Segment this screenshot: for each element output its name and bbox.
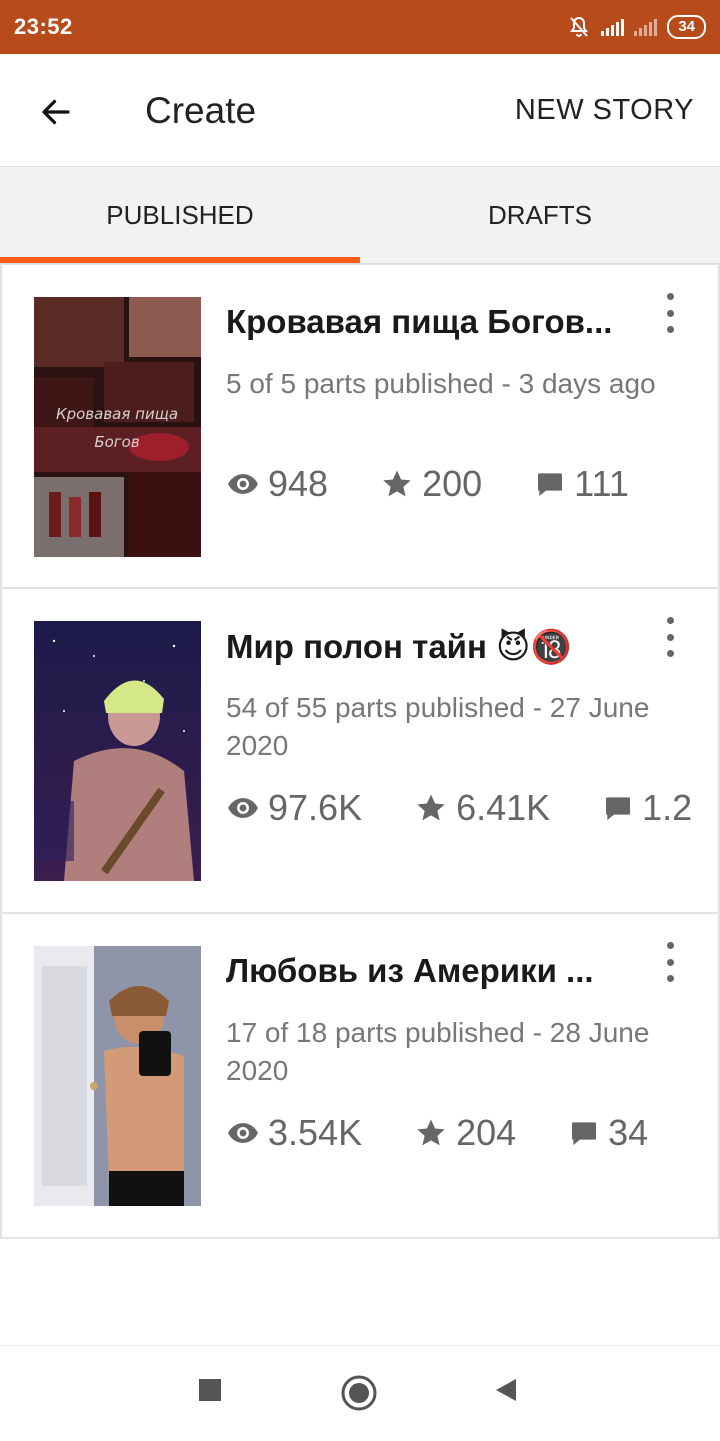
story-stats: 948 200 111 [226,463,681,505]
new-story-button[interactable]: NEW STORY [515,94,694,127]
votes-stat: 200 [380,463,482,505]
arrow-left-icon [42,99,70,125]
story-cover[interactable] [34,946,201,1206]
battery-icon: 34 [667,15,706,39]
reads-stat: 948 [226,463,328,505]
app-bar: Create NEW STORY [0,54,720,167]
story-parts-info: 5 of 5 parts published - 3 days ago [226,368,656,399]
comments-stat: 34 [568,1112,648,1154]
comments-stat: 1.2 [602,787,692,829]
tab-published[interactable]: PUBLISHED [0,167,360,263]
story-parts-info: 54 of 55 parts published - 27 June 2020 [226,692,650,761]
svg-text:Богов: Богов [94,433,140,451]
story-stats: 3.54K 204 34 [226,1112,700,1154]
story-item[interactable]: Кровавая пища Богов Кровавая пища Богов.… [0,264,720,589]
star-icon [383,470,411,497]
kebab-icon [666,293,674,300]
story-parts-info: 17 of 18 parts published - 28 June 2020 [226,1017,650,1086]
tab-drafts[interactable]: DRAFTS [360,167,720,263]
signal-icon [601,18,625,36]
story-list: Кровавая пища Богов Кровавая пища Богов.… [0,264,720,1239]
kebab-icon [666,617,674,624]
star-icon [417,794,445,821]
page-title: Create [145,90,257,131]
story-stats: 97.6K 6.41K 1.2 [226,787,720,829]
more-options-button[interactable] [660,293,680,333]
more-options-button[interactable] [660,617,680,657]
comment-icon [572,1122,597,1145]
comments-count: 34 [608,1112,649,1153]
votes-count: 200 [422,463,483,504]
story-cover[interactable]: Кровавая пища Богов [34,297,201,557]
eye-icon [228,798,258,818]
comments-stat: 111 [534,463,629,505]
triangle-icon [496,1379,516,1401]
reads-count: 3.54K [268,1112,363,1153]
system-nav-bar [0,1345,720,1441]
eye-icon [228,1123,258,1143]
star-icon [417,1119,445,1146]
story-title[interactable]: Кровавая пища Богов... [226,303,612,341]
square-icon [199,1379,221,1401]
votes-stat: 6.41K [414,787,550,829]
back-button[interactable] [30,86,82,138]
status-time: 23:52 [14,14,73,39]
story-title[interactable]: Любовь из Америки ... [226,952,594,990]
eye-icon [228,474,258,494]
comments-count: 1.2 [642,787,693,828]
home-button[interactable] [340,1374,378,1417]
story-cover[interactable] [34,621,201,881]
bell-muted-icon [570,16,589,37]
votes-count: 204 [456,1112,517,1153]
more-options-button[interactable] [660,942,680,982]
story-item[interactable]: Любовь из Америки ... 17 of 18 parts pub… [0,914,720,1239]
story-item[interactable]: Мир полон тайн 😈🔞 54 of 55 parts publish… [0,589,720,914]
votes-stat: 204 [414,1112,516,1154]
comment-icon [538,473,563,496]
signal-2-icon [634,18,658,36]
reads-count: 97.6K [268,787,363,828]
status-icons: 34 [567,15,706,39]
reads-count: 948 [268,463,329,504]
tab-bar: PUBLISHED DRAFTS [0,167,720,264]
reads-stat: 97.6K [226,787,362,829]
comments-count: 111 [574,463,629,504]
recent-apps-button[interactable] [196,1376,224,1409]
kebab-icon [666,942,674,949]
votes-count: 6.41K [456,787,551,828]
reads-stat: 3.54K [226,1112,362,1154]
status-bar: 23:52 34 [0,0,720,54]
nav-back-button[interactable] [492,1376,520,1409]
story-title[interactable]: Мир полон тайн 😈🔞 [226,627,572,667]
cover-text: Кровавая пища [56,405,178,423]
circle-icon [341,1375,377,1411]
comment-icon [606,797,631,820]
